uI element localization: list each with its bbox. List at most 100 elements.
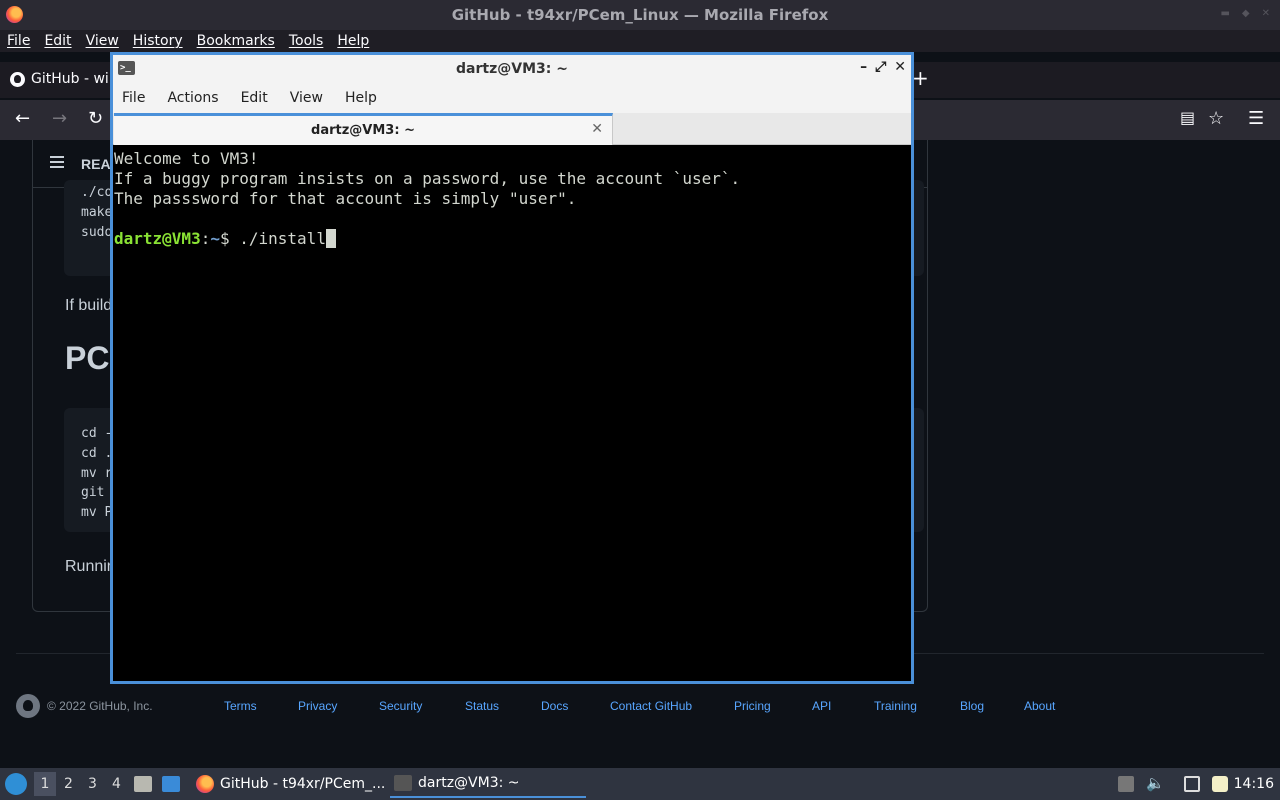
readme-title: REA (81, 156, 111, 172)
code-line: cd - (81, 426, 113, 441)
code-line: mv P (81, 505, 113, 520)
term-menu-file[interactable]: File (122, 90, 145, 106)
paragraph-text: Runnin (65, 558, 116, 575)
terminal-window[interactable]: >_ dartz@VM3: ~ – ⤢ ✕ File Actions Edit … (110, 52, 914, 684)
firefox-window-title: GitHub - t94xr/PCem_Linux — Mozilla Fire… (451, 6, 829, 24)
code-line: make (81, 205, 113, 220)
prompt-path: ~ (210, 229, 220, 248)
workspace-3[interactable]: 3 (88, 776, 97, 792)
workspace-4[interactable]: 4 (112, 776, 121, 792)
taskbar-task-label: GitHub - t94xr/PCem_... (220, 776, 386, 792)
clipboard-icon[interactable] (1118, 776, 1134, 792)
menu-bookmarks[interactable]: Bookmarks (197, 33, 275, 49)
code-line: ./co (81, 185, 113, 200)
footer-link-privacy[interactable]: Privacy (298, 699, 337, 713)
menu-tools[interactable]: Tools (289, 33, 324, 49)
terminal-command: ./install (239, 229, 326, 248)
menu-file[interactable]: File (7, 33, 30, 49)
term-menu-edit[interactable]: Edit (241, 90, 268, 106)
terminal-prompt-line: dartz@VM3:~$ ./install (114, 229, 911, 249)
terminal-tab-label: dartz@VM3: ~ (311, 123, 415, 138)
terminal-titlebar[interactable]: >_ dartz@VM3: ~ – ⤢ ✕ (113, 55, 911, 83)
github-icon (10, 71, 25, 87)
new-tab-button[interactable]: + (912, 66, 929, 90)
hamburger-menu-icon[interactable]: ☰ (1248, 108, 1264, 129)
clock[interactable]: 14:16 (1234, 776, 1274, 792)
footer-link-api[interactable]: API (812, 699, 831, 713)
browser-tab-github[interactable]: GitHub - wir (6, 64, 115, 94)
footer-link-contact[interactable]: Contact GitHub (610, 699, 692, 713)
back-icon[interactable]: ← (15, 108, 30, 129)
github-logo-icon[interactable] (16, 694, 40, 718)
footer-link-terms[interactable]: Terms (224, 699, 257, 713)
firefox-logo-icon (6, 6, 23, 23)
network-icon[interactable] (1184, 776, 1200, 792)
taskbar: 1 2 3 4 GitHub - t94xr/PCem_... dartz@VM… (0, 768, 1280, 800)
footer-copyright: © 2022 GitHub, Inc. (47, 699, 153, 713)
terminal-tabbar: dartz@VM3: ~ ✕ (113, 113, 911, 145)
footer-link-blog[interactable]: Blog (960, 699, 984, 713)
code-line: mv r (81, 466, 113, 481)
maximize-icon[interactable]: ◆ (1242, 8, 1250, 19)
firefox-menubar: File Edit View History Bookmarks Tools H… (0, 30, 1280, 52)
terminal-cursor (325, 229, 336, 248)
minimize-icon[interactable]: ▬ (1220, 8, 1229, 19)
bookmark-star-icon[interactable]: ☆ (1208, 108, 1224, 129)
footer-link-pricing[interactable]: Pricing (734, 699, 771, 713)
menu-help[interactable]: Help (337, 33, 369, 49)
code-line: cd . (81, 446, 113, 461)
firefox-window-controls: ▬ ◆ ✕ (1220, 8, 1270, 19)
section-heading: PC (65, 340, 110, 376)
taskbar-task-firefox[interactable]: GitHub - t94xr/PCem_... (192, 770, 386, 798)
workspace-1[interactable]: 1 (34, 772, 56, 796)
terminal-window-controls: – ⤢ ✕ (860, 59, 906, 75)
code-line: sudo (81, 225, 113, 240)
reader-view-icon[interactable]: ▤ (1180, 108, 1195, 127)
paragraph-text: If build (65, 297, 113, 314)
close-icon[interactable]: ✕ (894, 59, 906, 75)
menu-history[interactable]: History (133, 33, 183, 49)
github-footer: © 2022 GitHub, Inc. Terms Privacy Securi… (16, 694, 1264, 718)
reload-icon[interactable]: ↻ (88, 108, 103, 129)
footer-link-security[interactable]: Security (379, 699, 422, 713)
workspace-2[interactable]: 2 (64, 776, 73, 792)
minimize-icon[interactable]: – (860, 59, 867, 75)
taskbar-task-terminal[interactable]: dartz@VM3: ~ (390, 770, 586, 798)
notes-icon[interactable] (1212, 776, 1228, 792)
terminal-line: Welcome to VM3! (114, 149, 259, 168)
footer-link-training[interactable]: Training (874, 699, 917, 713)
start-menu-icon[interactable] (5, 773, 27, 795)
terminal-output[interactable]: Welcome to VM3! If a buggy program insist… (113, 146, 911, 681)
file-manager-icon[interactable] (134, 776, 152, 792)
terminal-tab[interactable]: dartz@VM3: ~ ✕ (114, 113, 613, 145)
footer-link-docs[interactable]: Docs (541, 699, 568, 713)
menu-edit[interactable]: Edit (44, 33, 71, 49)
volume-icon[interactable]: 🔈 (1146, 774, 1165, 792)
close-icon[interactable]: ✕ (1262, 8, 1270, 19)
term-menu-help[interactable]: Help (345, 90, 377, 106)
prompt-symbol: $ (219, 229, 240, 248)
footer-link-about[interactable]: About (1024, 699, 1055, 713)
terminal-menubar: File Actions Edit View Help (113, 83, 911, 113)
prompt-user: dartz@VM3 (114, 229, 201, 248)
terminal-line: If a buggy program insists on a password… (114, 169, 741, 188)
term-menu-view[interactable]: View (290, 90, 323, 106)
firefox-icon (196, 775, 214, 793)
term-menu-actions[interactable]: Actions (167, 90, 218, 106)
prompt-separator: : (200, 229, 211, 248)
browser-tab-label: GitHub - wir (31, 71, 115, 87)
footer-link-status[interactable]: Status (465, 699, 499, 713)
terminal-title: dartz@VM3: ~ (456, 61, 568, 77)
show-desktop-icon[interactable] (162, 776, 180, 792)
code-line: git (81, 485, 105, 500)
firefox-titlebar: GitHub - t94xr/PCem_Linux — Mozilla Fire… (0, 0, 1280, 30)
terminal-line: The passsword for that account is simply… (114, 189, 577, 208)
maximize-icon[interactable]: ⤢ (875, 59, 886, 75)
taskbar-task-label: dartz@VM3: ~ (418, 775, 520, 791)
table-of-contents-icon[interactable] (50, 156, 64, 168)
menu-view[interactable]: View (86, 33, 119, 49)
terminal-icon: >_ (118, 61, 135, 75)
forward-icon[interactable]: → (52, 108, 67, 129)
close-icon[interactable]: ✕ (591, 121, 603, 137)
